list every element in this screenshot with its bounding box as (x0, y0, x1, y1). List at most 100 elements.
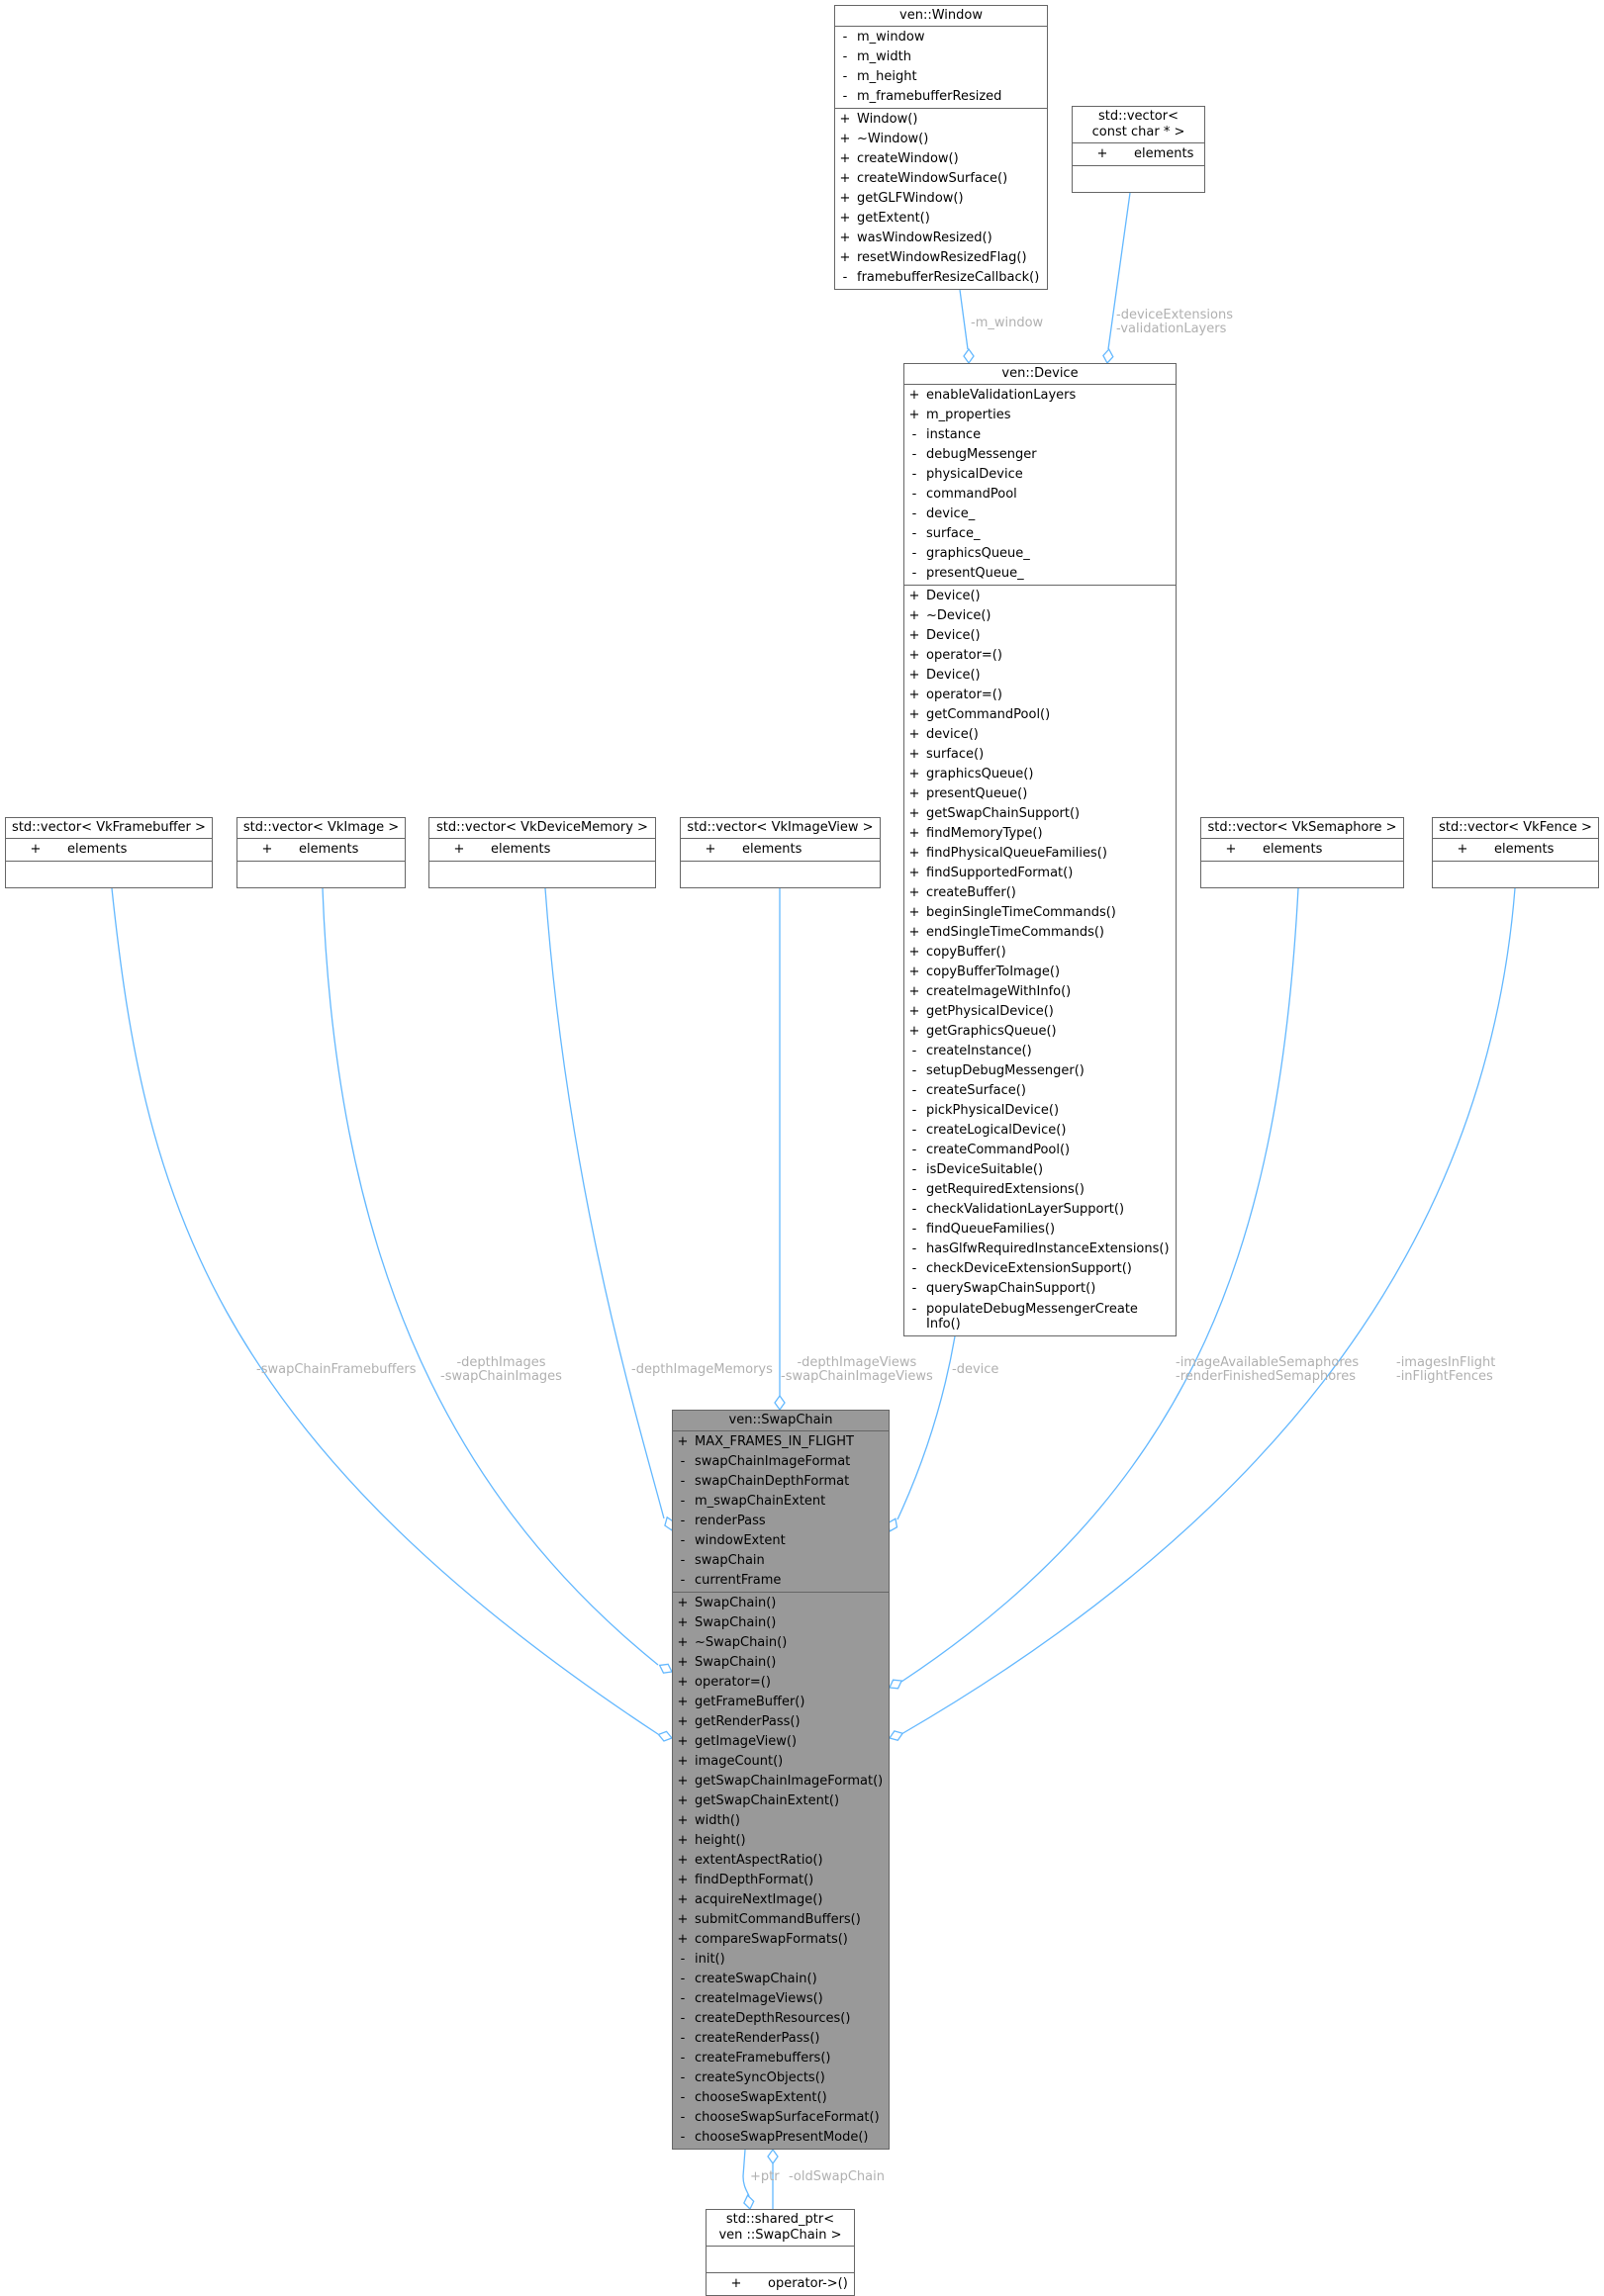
method-getswapchainextent[interactable]: + getSwapChainExtent() (673, 1791, 889, 1811)
method-createcommandpool[interactable]: - createCommandPool() (904, 1141, 1176, 1160)
method-window[interactable]: + ~Window() (835, 130, 1047, 149)
method-surface[interactable]: + surface() (904, 745, 1176, 765)
method-findqueuefamilies[interactable]: - findQueueFamilies() (904, 1220, 1176, 1240)
method-waswindowresized[interactable]: + wasWindowResized() (835, 229, 1047, 248)
method-height[interactable]: + height() (673, 1831, 889, 1851)
method-createbuffer[interactable]: + createBuffer() (904, 883, 1176, 903)
method-pickphysicaldevice[interactable]: - pickPhysicalDevice() (904, 1101, 1176, 1121)
method-isdevicesuitable[interactable]: - isDeviceSuitable() (904, 1160, 1176, 1180)
attribute-surface[interactable]: - surface_ (904, 524, 1176, 544)
attribute-presentqueue[interactable]: - presentQueue_ (904, 564, 1176, 584)
attribute-m-swapchainextent[interactable]: - m_swapChainExtent (673, 1492, 889, 1512)
attribute-elements[interactable]: + elements (237, 840, 405, 860)
class-node-vector-image[interactable]: std::vector< VkImage > + elements (236, 817, 406, 888)
attribute-m-properties[interactable]: + m_properties (904, 406, 1176, 425)
method-endsingletimecommands[interactable]: + endSingleTimeCommands() (904, 923, 1176, 943)
method-getrequiredextensions[interactable]: - getRequiredExtensions() (904, 1180, 1176, 1200)
attribute-max-frames-in-flight[interactable]: + MAX_FRAMES_IN_FLIGHT (673, 1432, 889, 1452)
method-beginsingletimecommands[interactable]: + beginSingleTimeCommands() (904, 903, 1176, 923)
method-queryswapchainsupport[interactable]: - querySwapChainSupport() (904, 1279, 1176, 1299)
method-createlogicaldevice[interactable]: - createLogicalDevice() (904, 1121, 1176, 1141)
method-createrenderpass[interactable]: - createRenderPass() (673, 2029, 889, 2049)
method-swapchain[interactable]: + ~SwapChain() (673, 1633, 889, 1653)
method-finddepthformat[interactable]: + findDepthFormat() (673, 1871, 889, 1890)
method-imagecount[interactable]: + imageCount() (673, 1752, 889, 1772)
method-getphysicaldevice[interactable]: + getPhysicalDevice() (904, 1002, 1176, 1022)
method-getrenderpass[interactable]: + getRenderPass() (673, 1712, 889, 1732)
attribute-enablevalidationlayers[interactable]: + enableValidationLayers (904, 386, 1176, 406)
class-node-vector-image-view[interactable]: std::vector< VkImageView > + elements (680, 817, 881, 888)
class-node-device[interactable]: ven::Device + enableValidationLayers + m_pro… (903, 363, 1177, 1336)
attribute-device[interactable]: - device_ (904, 505, 1176, 524)
method-presentqueue[interactable]: + presentQueue() (904, 784, 1176, 804)
class-node-vector-semaphore[interactable]: std::vector< VkSemaphore > + elements (1200, 817, 1404, 888)
attribute-debugmessenger[interactable]: - debugMessenger (904, 445, 1176, 465)
class-node-vector-framebuffer[interactable]: std::vector< VkFramebuffer > + elements (5, 817, 213, 888)
attribute-elements[interactable]: + elements (429, 840, 655, 860)
method-copybuffer[interactable]: + copyBuffer() (904, 943, 1176, 963)
method-compareswapformats[interactable]: + compareSwapFormats() (673, 1930, 889, 1950)
method-createinstance[interactable]: - createInstance() (904, 1042, 1176, 1061)
attribute-currentframe[interactable]: - currentFrame (673, 1571, 889, 1591)
method-swapchain[interactable]: + SwapChain() (673, 1613, 889, 1633)
method-device[interactable]: + Device() (904, 666, 1176, 686)
method-getframebuffer[interactable]: + getFrameBuffer() (673, 1693, 889, 1712)
attribute-commandpool[interactable]: - commandPool (904, 485, 1176, 505)
method-width[interactable]: + width() (673, 1811, 889, 1831)
attribute-elements[interactable]: + elements (1073, 144, 1204, 164)
method-device[interactable]: + Device() (904, 626, 1176, 646)
class-node-vector-const-char[interactable]: std::vector< const char * > + elements (1072, 106, 1205, 193)
method-getswapchainimageformat[interactable]: + getSwapChainImageFormat() (673, 1772, 889, 1791)
method-window[interactable]: + Window() (835, 110, 1047, 130)
attribute-swapchainimageformat[interactable]: - swapChainImageFormat (673, 1452, 889, 1472)
attribute-m-framebufferresized[interactable]: - m_framebufferResized (835, 87, 1047, 107)
method-findsupportedformat[interactable]: + findSupportedFormat() (904, 864, 1176, 883)
attribute-elements[interactable]: + elements (6, 840, 212, 860)
attribute-m-height[interactable]: - m_height (835, 67, 1047, 87)
method-getgraphicsqueue[interactable]: + getGraphicsQueue() (904, 1022, 1176, 1042)
method-extentaspectratio[interactable]: + extentAspectRatio() (673, 1851, 889, 1871)
class-node-vector-fence[interactable]: std::vector< VkFence > + elements (1432, 817, 1599, 888)
method-device[interactable]: + ~Device() (904, 606, 1176, 626)
method-findmemorytype[interactable]: + findMemoryType() (904, 824, 1176, 844)
attribute-elements[interactable]: + elements (681, 840, 880, 860)
method-getextent[interactable]: + getExtent() (835, 209, 1047, 229)
method-chooseswappresentmode[interactable]: - chooseSwapPresentMode() (673, 2128, 889, 2148)
method-copybuffertoimage[interactable]: + copyBufferToImage() (904, 963, 1176, 982)
attribute-windowextent[interactable]: - windowExtent (673, 1531, 889, 1551)
method-populatedebugmessengercreate-info[interactable]: - populateDebugMessengerCreate Info() (904, 1299, 1176, 1334)
attribute-swapchaindepthformat[interactable]: - swapChainDepthFormat (673, 1472, 889, 1492)
method-graphicsqueue[interactable]: + graphicsQueue() (904, 765, 1176, 784)
method-getglfwindow[interactable]: + getGLFWindow() (835, 189, 1047, 209)
attribute-m-width[interactable]: - m_width (835, 47, 1047, 67)
method-device[interactable]: + device() (904, 725, 1176, 745)
attribute-swapchain[interactable]: - swapChain (673, 1551, 889, 1571)
method-createframebuffers[interactable]: - createFramebuffers() (673, 2049, 889, 2068)
class-node-swapchain[interactable]: ven::SwapChain + MAX_FRAMES_IN_FLIGHT - swap… (672, 1410, 890, 2150)
method-resetwindowresizedflag[interactable]: + resetWindowResizedFlag() (835, 248, 1047, 268)
attribute-graphicsqueue[interactable]: - graphicsQueue_ (904, 544, 1176, 564)
method-swapchain[interactable]: + SwapChain() (673, 1653, 889, 1673)
method-init[interactable]: - init() (673, 1950, 889, 1970)
method-framebufferresizecallback[interactable]: - framebufferResizeCallback() (835, 268, 1047, 288)
method-createsyncobjects[interactable]: - createSyncObjects() (673, 2068, 889, 2088)
class-node-shared-ptr-swapchain[interactable]: std::shared_ptr< ven ::SwapChain > + opera… (706, 2209, 855, 2296)
method-getswapchainsupport[interactable]: + getSwapChainSupport() (904, 804, 1176, 824)
method-operator[interactable]: + operator->() (707, 2274, 854, 2294)
attribute-instance[interactable]: - instance (904, 425, 1176, 445)
method-getimageview[interactable]: + getImageView() (673, 1732, 889, 1752)
method-findphysicalqueuefamilies[interactable]: + findPhysicalQueueFamilies() (904, 844, 1176, 864)
method-device[interactable]: + Device() (904, 587, 1176, 606)
method-setupdebugmessenger[interactable]: - setupDebugMessenger() (904, 1061, 1176, 1081)
method-chooseswapextent[interactable]: - chooseSwapExtent() (673, 2088, 889, 2108)
method-operator[interactable]: + operator=() (904, 686, 1176, 705)
method-createsurface[interactable]: - createSurface() (904, 1081, 1176, 1101)
method-createimageviews[interactable]: - createImageViews() (673, 1989, 889, 2009)
attribute-elements[interactable]: + elements (1201, 840, 1403, 860)
method-createimagewithinfo[interactable]: + createImageWithInfo() (904, 982, 1176, 1002)
method-createwindow[interactable]: + createWindow() (835, 149, 1047, 169)
attribute-physicaldevice[interactable]: - physicalDevice (904, 465, 1176, 485)
method-operator[interactable]: + operator=() (904, 646, 1176, 666)
method-chooseswapsurfaceformat[interactable]: - chooseSwapSurfaceFormat() (673, 2108, 889, 2128)
method-createdepthresources[interactable]: - createDepthResources() (673, 2009, 889, 2029)
